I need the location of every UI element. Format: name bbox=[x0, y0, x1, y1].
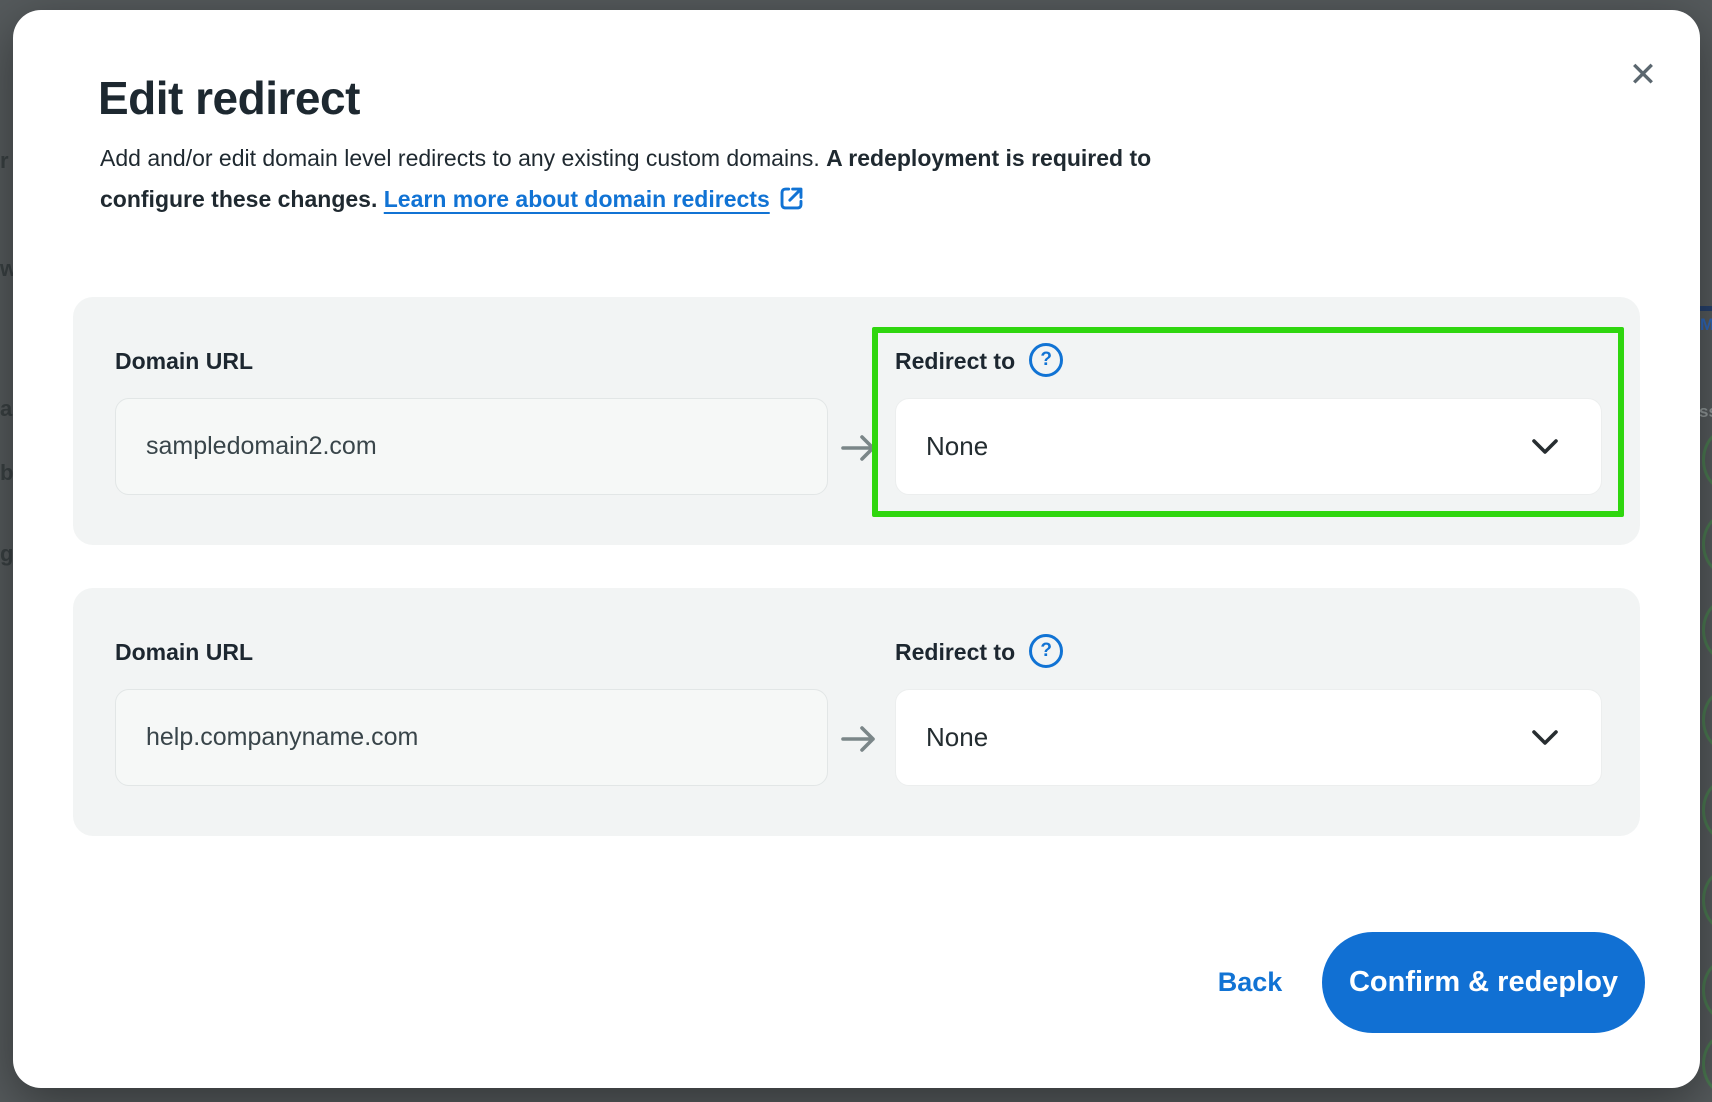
close-button[interactable]: ✕ bbox=[1619, 51, 1667, 99]
redirect-row-card: Domain URL Redirect to ? None bbox=[73, 588, 1640, 836]
description-text: Add and/or edit domain level redirects t… bbox=[100, 145, 820, 171]
background-text-fragment: r bbox=[0, 150, 9, 172]
close-icon: ✕ bbox=[1629, 58, 1658, 92]
redirect-row-card: Domain URL Redirect to ? None bbox=[73, 297, 1640, 545]
chevron-down-icon bbox=[1531, 439, 1559, 455]
domain-url-label: Domain URL bbox=[115, 632, 253, 672]
domain-url-label-text: Domain URL bbox=[115, 348, 253, 375]
confirm-redeploy-button[interactable]: Confirm & redeploy bbox=[1322, 932, 1645, 1033]
background-divider-fragment bbox=[1700, 306, 1712, 311]
domain-url-label: Domain URL bbox=[115, 341, 253, 381]
help-icon[interactable]: ? bbox=[1029, 343, 1063, 377]
external-link-icon bbox=[777, 184, 806, 213]
background-scribble-fragment bbox=[1702, 598, 1712, 662]
selected-option-label: None bbox=[926, 431, 988, 462]
arrow-right-icon bbox=[841, 433, 877, 463]
background-page-right-glimpse: M ss bbox=[1700, 0, 1712, 1102]
redirect-to-select[interactable]: None bbox=[895, 689, 1602, 786]
background-text-fragment: g bbox=[0, 543, 13, 565]
background-text-fragment: M bbox=[1700, 316, 1712, 333]
description-bold-text: configure these changes. bbox=[100, 186, 377, 212]
redirect-to-label-text: Redirect to bbox=[895, 348, 1015, 375]
redirect-to-label-text: Redirect to bbox=[895, 639, 1015, 666]
learn-more-label: Learn more about domain redirects bbox=[384, 186, 770, 212]
arrow-right-icon bbox=[841, 724, 877, 754]
selected-option-label: None bbox=[926, 722, 988, 753]
background-scribble-fragment bbox=[1702, 778, 1712, 842]
domain-url-input[interactable] bbox=[115, 398, 828, 495]
learn-more-link[interactable]: Learn more about domain redirects bbox=[384, 186, 770, 212]
description-bold-text: A redeployment is required to bbox=[826, 145, 1151, 171]
chevron-down-icon bbox=[1531, 730, 1559, 746]
background-text-fragment: ai bbox=[0, 398, 13, 420]
background-scribble-fragment bbox=[1702, 958, 1712, 1022]
background-scribble-fragment bbox=[1702, 868, 1712, 932]
redirect-to-select[interactable]: None bbox=[895, 398, 1602, 495]
background-page-left-glimpse: r w ai b g bbox=[0, 0, 13, 1102]
background-scribble-fragment bbox=[1702, 428, 1712, 492]
domain-url-label-text: Domain URL bbox=[115, 639, 253, 666]
dialog-title: Edit redirect bbox=[98, 70, 360, 126]
back-button[interactable]: Back bbox=[1180, 962, 1320, 1002]
background-scribble-fragment bbox=[1702, 512, 1712, 576]
redirect-to-label: Redirect to ? bbox=[895, 632, 1063, 672]
dialog-description: Add and/or edit domain level redirects t… bbox=[100, 138, 1390, 220]
background-text-fragment: b bbox=[0, 462, 13, 484]
redirect-to-label: Redirect to ? bbox=[895, 341, 1063, 381]
background-text-fragment: w bbox=[0, 258, 13, 280]
domain-url-input[interactable] bbox=[115, 689, 828, 786]
background-scribble-fragment bbox=[1702, 1032, 1712, 1096]
edit-redirect-dialog: ✕ Edit redirect Add and/or edit domain l… bbox=[13, 10, 1700, 1088]
background-text-fragment: ss bbox=[1700, 403, 1712, 420]
help-icon[interactable]: ? bbox=[1029, 634, 1063, 668]
background-scribble-fragment bbox=[1702, 688, 1712, 752]
